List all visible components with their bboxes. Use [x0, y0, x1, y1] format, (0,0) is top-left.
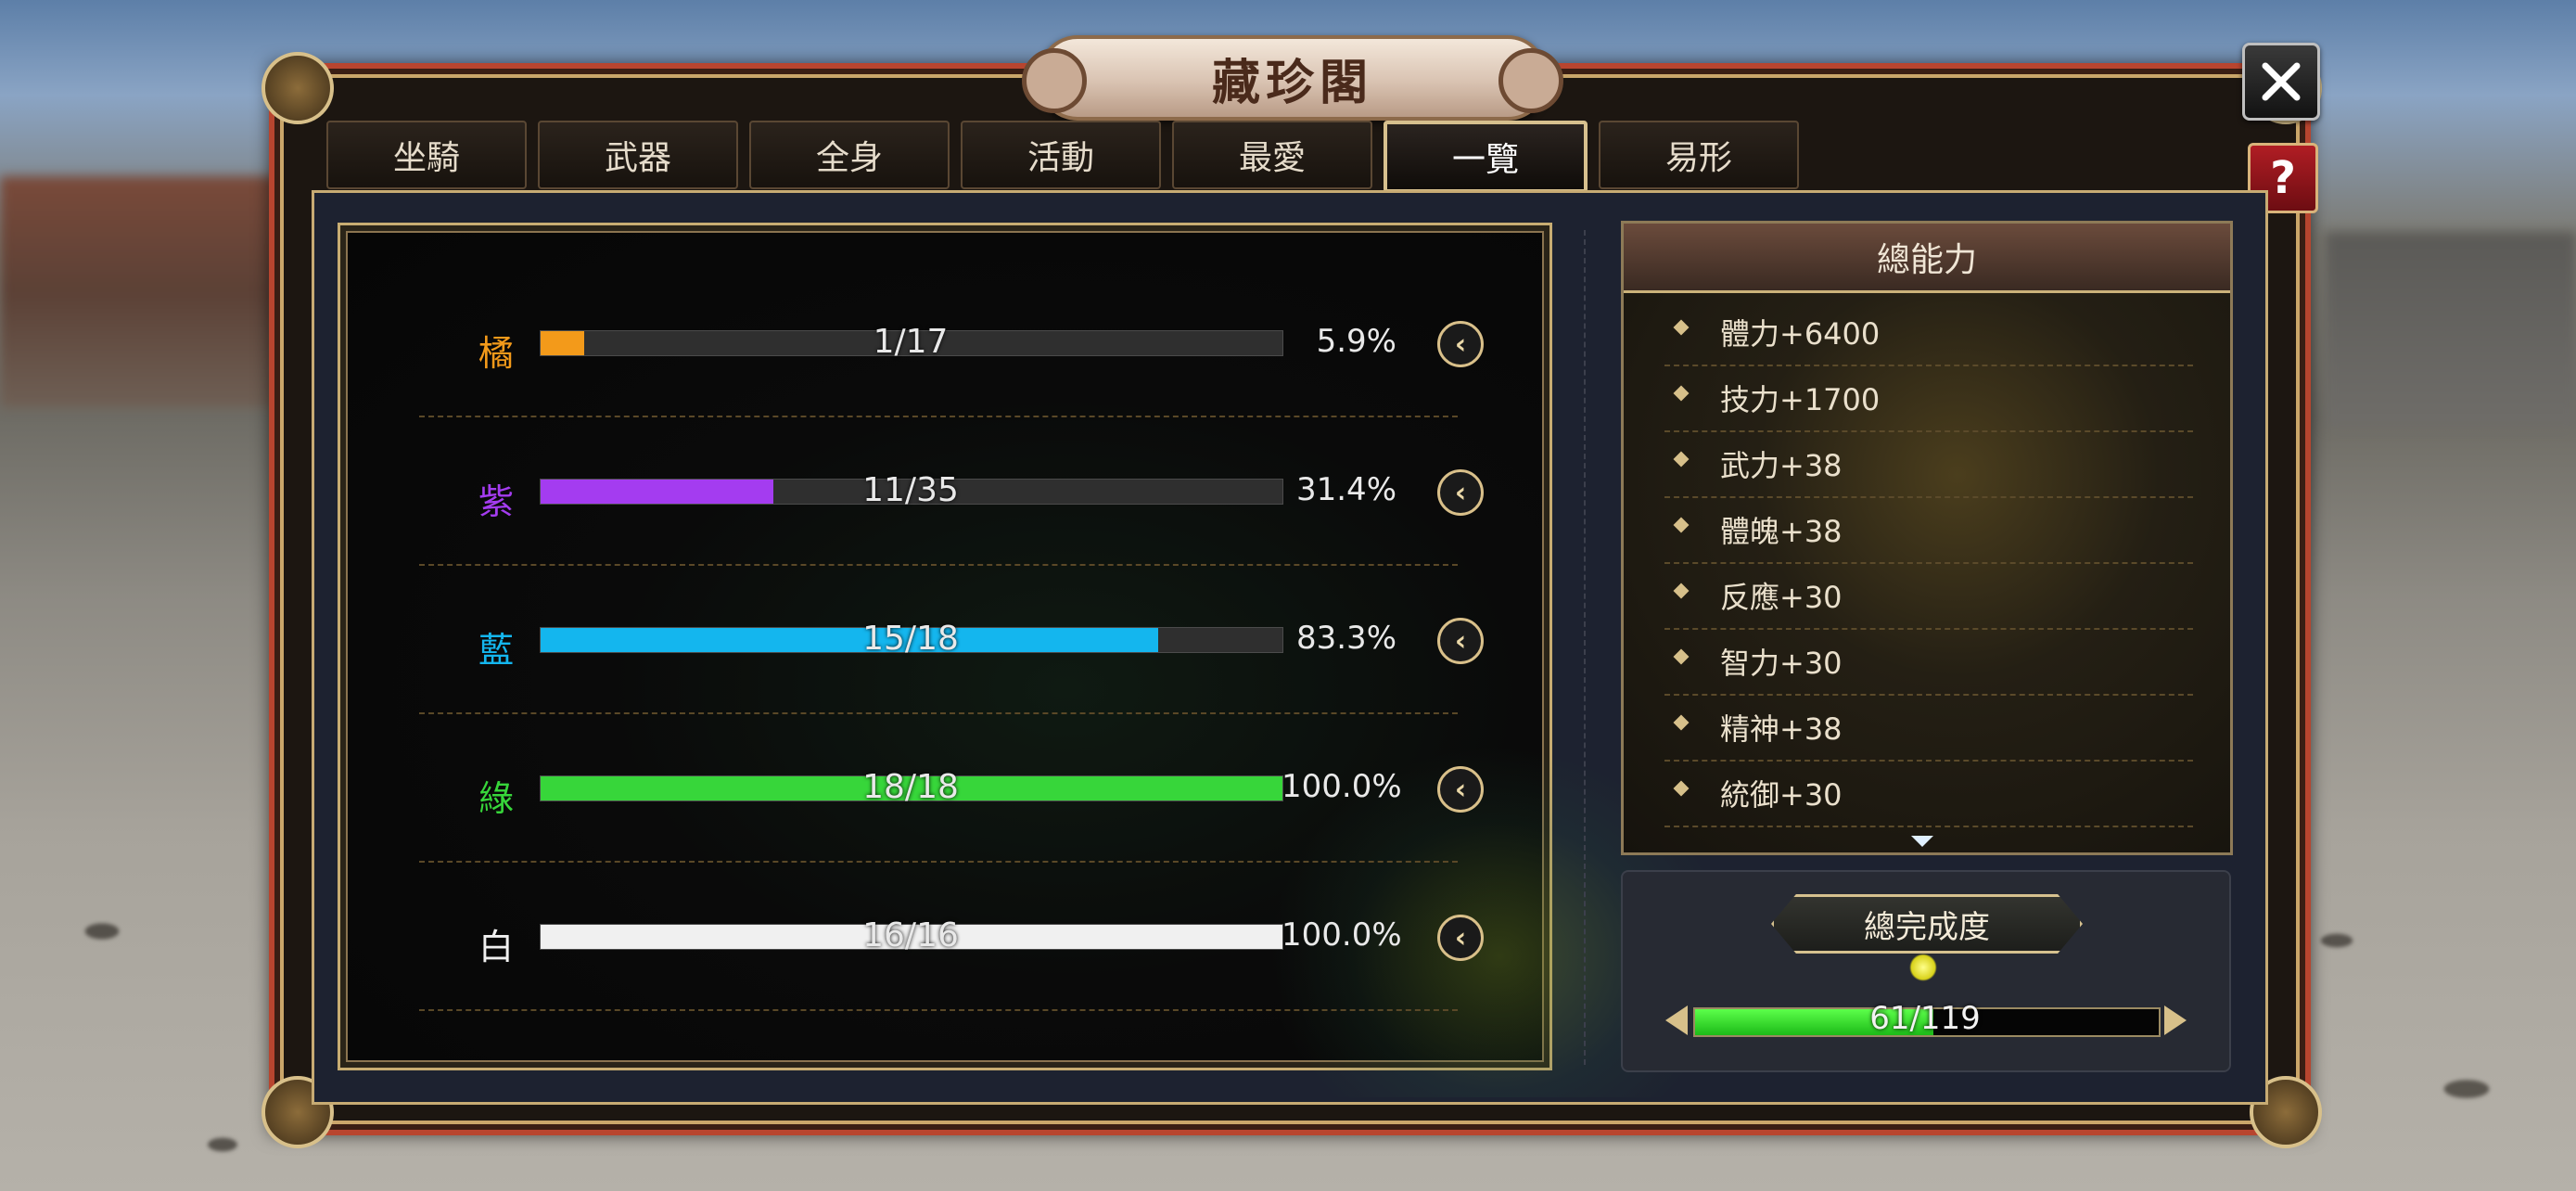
stat-item: 技力+1700	[1664, 365, 2193, 432]
total-stats-header: 總能力	[1624, 224, 2230, 293]
rarity-percent: 5.9%	[1316, 323, 1396, 360]
chevron-left-icon: ‹	[1454, 624, 1467, 658]
tab-label: 最愛	[1238, 139, 1306, 177]
diamond-icon	[1673, 451, 1690, 467]
rarity-count: 1/17	[873, 323, 949, 361]
rarity-count: 15/18	[862, 620, 959, 658]
stat-text: 智力+30	[1720, 646, 1843, 681]
gem-icon	[1909, 954, 1937, 981]
tab-label: 全身	[815, 139, 883, 177]
chevron-left-icon: ‹	[1454, 476, 1467, 509]
rarity-count: 18/18	[862, 768, 959, 806]
rarity-row-purple: 紫 11/35 31.4% ‹	[419, 417, 1484, 566]
panel-divider	[1584, 230, 1586, 1065]
arrow-left-icon	[1665, 1005, 1688, 1035]
total-completion-count: 61/119	[1869, 1000, 1981, 1037]
expand-button[interactable]: ‹	[1437, 766, 1484, 813]
rarity-row-orange: 橘 1/17 5.9% ‹	[419, 269, 1484, 417]
expand-button[interactable]: ‹	[1437, 469, 1484, 516]
rarity-label: 紫	[478, 481, 515, 522]
rarity-percent: 100.0%	[1282, 768, 1402, 805]
stat-text: 技力+1700	[1720, 382, 1881, 417]
row-divider	[419, 1009, 1458, 1011]
expand-button[interactable]: ‹	[1437, 915, 1484, 961]
diamond-icon	[1673, 517, 1690, 533]
tab-label: 坐騎	[392, 139, 460, 177]
rarity-percent: 83.3%	[1295, 620, 1396, 657]
stat-text: 體魄+38	[1720, 514, 1843, 549]
rarity-row-blue: 藍 15/18 83.3% ‹	[419, 566, 1484, 714]
close-button[interactable]	[2242, 43, 2320, 121]
tab-favorites[interactable]: 最愛	[1172, 121, 1372, 189]
diamond-icon	[1673, 780, 1690, 797]
total-stats-panel[interactable]: 總能力 體力+6400 技力+1700 武力+38 體魄+38 反應+30 智力…	[1621, 221, 2233, 855]
rarity-percent: 31.4%	[1295, 471, 1396, 508]
rarity-label: 白	[478, 927, 515, 967]
total-completion-title: 總完成度	[1771, 894, 2083, 954]
stat-text: 體力+6400	[1720, 316, 1881, 352]
rarity-row-green: 綠 18/18 100.0% ‹	[419, 714, 1484, 863]
tab-label: 武器	[604, 139, 671, 177]
category-tabs: 坐騎 武器 全身 活動 最愛 一覽 易形	[326, 121, 1799, 193]
tab-label: 活動	[1027, 139, 1094, 177]
rarity-label: 綠	[478, 778, 515, 819]
diamond-icon	[1673, 319, 1690, 336]
diamond-icon	[1673, 583, 1690, 599]
diamond-icon	[1673, 385, 1690, 402]
scroll-down-icon	[1911, 836, 1933, 847]
stat-item: 精神+38	[1664, 695, 2193, 762]
total-completion-panel: 總完成度 61/119	[1621, 870, 2231, 1072]
stat-item: 體力+6400	[1664, 300, 2193, 366]
stat-item: 智力+30	[1664, 629, 2193, 696]
diamond-icon	[1673, 648, 1690, 665]
chevron-left-icon: ‹	[1454, 327, 1467, 361]
tab-label: 易形	[1664, 139, 1732, 177]
stat-item: 武力+38	[1664, 431, 2193, 498]
background-building-right	[2326, 232, 2576, 427]
frame-corner-ornament	[261, 52, 334, 124]
rarity-row-white: 白 16/16 100.0% ‹	[419, 863, 1484, 1011]
help-icon: ?	[2270, 152, 2296, 204]
chevron-left-icon: ‹	[1454, 773, 1467, 806]
stat-item: 體魄+38	[1664, 497, 2193, 564]
tab-mount[interactable]: 坐騎	[326, 121, 527, 189]
chevron-left-icon: ‹	[1454, 921, 1467, 954]
tab-weapon[interactable]: 武器	[538, 121, 738, 189]
diamond-icon	[1673, 714, 1690, 731]
tab-label: 一覽	[1451, 141, 1519, 179]
background-building-left	[0, 176, 278, 408]
stat-text: 統御+30	[1720, 777, 1843, 813]
window-title-plaque: 藏珍閣	[1022, 35, 1563, 121]
tab-event[interactable]: 活動	[961, 121, 1161, 189]
rarity-count: 16/16	[862, 916, 959, 954]
tab-overview[interactable]: 一覽	[1384, 121, 1588, 193]
close-icon	[2262, 62, 2301, 101]
stat-text: 反應+30	[1720, 580, 1843, 615]
rarity-label: 藍	[478, 630, 515, 671]
stat-item: 統御+30	[1664, 761, 2193, 827]
expand-button[interactable]: ‹	[1437, 618, 1484, 664]
rarity-label: 橘	[478, 333, 515, 374]
stat-text: 武力+38	[1720, 448, 1843, 483]
expand-button[interactable]: ‹	[1437, 321, 1484, 367]
window-title: 藏珍閣	[1211, 54, 1373, 111]
arrow-right-icon	[2164, 1005, 2187, 1035]
tab-transform[interactable]: 易形	[1599, 121, 1799, 189]
rarity-count: 11/35	[862, 471, 959, 509]
rarity-percent: 100.0%	[1282, 916, 1402, 954]
stat-item: 反應+30	[1664, 563, 2193, 630]
tab-outfit[interactable]: 全身	[749, 121, 950, 189]
stat-text: 精神+38	[1720, 711, 1843, 747]
